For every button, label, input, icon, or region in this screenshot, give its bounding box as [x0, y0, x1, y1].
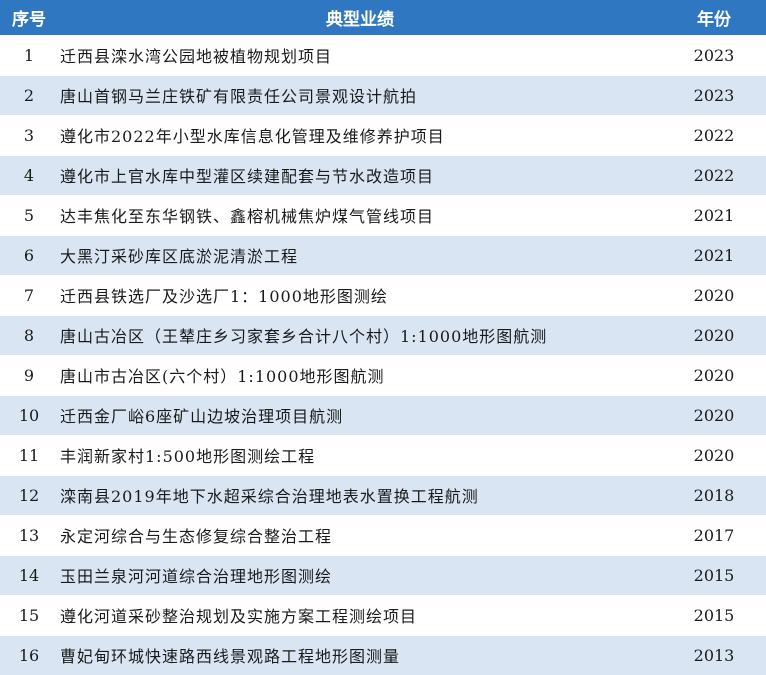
- row-project-name: 滦南县2019年地下水超采综合治理地表水置换工程航测: [60, 487, 479, 506]
- table-row: 1 迁西县滦水湾公园地被植物规划项目 2023: [0, 35, 766, 75]
- row-project-name: 唐山首钢马兰庄铁矿有限责任公司景观设计航拍: [60, 87, 418, 106]
- header-number: 序号: [12, 9, 46, 30]
- row-number: 8: [23, 325, 35, 345]
- row-number: 13: [18, 525, 40, 545]
- row-project-name: 迁西县铁选厂及沙选厂1：1000地形图测绘: [60, 287, 388, 306]
- row-project-name: 玉田兰泉河河道综合治理地形图测绘: [60, 567, 333, 586]
- header-project: 典型业绩: [326, 9, 394, 30]
- row-project-name: 迁西县滦水湾公园地被植物规划项目: [60, 47, 333, 66]
- row-year: 2015: [693, 565, 735, 585]
- row-year: 2022: [693, 125, 735, 145]
- table-row: 2 唐山首钢马兰庄铁矿有限责任公司景观设计航拍 2023: [0, 75, 766, 115]
- row-year: 2021: [693, 205, 735, 225]
- row-number: 15: [18, 605, 40, 625]
- row-project-name: 遵化市2022年小型水库信息化管理及维修养护项目: [60, 127, 445, 146]
- row-number: 4: [23, 165, 35, 185]
- table-row: 10 迁西金厂峪6座矿山边坡治理项目航测 2020: [0, 395, 766, 435]
- row-year: 2020: [693, 365, 735, 385]
- row-number: 9: [23, 365, 35, 385]
- row-year: 2023: [693, 45, 735, 65]
- table-row: 3 遵化市2022年小型水库信息化管理及维修养护项目 2022: [0, 115, 766, 155]
- row-project-name: 迁西金厂峪6座矿山边坡治理项目航测: [60, 407, 344, 426]
- row-year: 2020: [693, 325, 735, 345]
- table-row: 5 达丰焦化至东华钢铁、鑫榕机械焦炉煤气管线项目 2021: [0, 195, 766, 235]
- row-number: 11: [18, 445, 40, 465]
- row-project-name: 遵化河道采砂整治规划及实施方案工程测绘项目: [60, 607, 418, 626]
- row-number: 1: [23, 45, 35, 65]
- row-number: 5: [23, 205, 35, 225]
- row-year: 2021: [693, 245, 735, 265]
- row-project-name: 唐山古冶区（王辇庄乡习家套乡合计八个村）1:1000地形图航测: [60, 327, 548, 346]
- table-row: 13 永定河综合与生态修复综合整治工程 2017: [0, 515, 766, 555]
- row-number: 2: [23, 85, 35, 105]
- row-project-name: 唐山市古冶区(六个村）1:1000地形图航测: [60, 367, 385, 386]
- row-number: 6: [23, 245, 35, 265]
- row-number: 14: [18, 565, 40, 585]
- row-year: 2020: [693, 405, 735, 425]
- table-row: 7 迁西县铁选厂及沙选厂1：1000地形图测绘 2020: [0, 275, 766, 315]
- row-number: 7: [23, 285, 35, 305]
- table-body: 1 迁西县滦水湾公园地被植物规划项目 2023 2 唐山首钢马兰庄铁矿有限责任公司景观设…: [0, 35, 766, 675]
- table-row: 14 玉田兰泉河河道综合治理地形图测绘 2015: [0, 555, 766, 595]
- row-number: 16: [18, 645, 40, 665]
- row-year: 2013: [693, 645, 735, 665]
- row-number: 3: [23, 125, 35, 145]
- row-year: 2023: [693, 85, 735, 105]
- row-number: 12: [18, 485, 40, 505]
- row-project-name: 永定河综合与生态修复综合整治工程: [60, 527, 333, 546]
- row-year: 2015: [693, 605, 735, 625]
- table-row: 15 遵化河道采砂整治规划及实施方案工程测绘项目 2015: [0, 595, 766, 635]
- table-row: 4 遵化市上官水库中型灌区续建配套与节水改造项目 2022: [0, 155, 766, 195]
- row-year: 2022: [693, 165, 735, 185]
- row-project-name: 曹妃甸环城快速路西线景观路工程地形图测量: [60, 647, 401, 667]
- table-row: 12 滦南县2019年地下水超采综合治理地表水置换工程航测 2018: [0, 475, 766, 515]
- row-project-name: 达丰焦化至东华钢铁、鑫榕机械焦炉煤气管线项目: [60, 207, 435, 226]
- row-number: 10: [18, 405, 40, 425]
- table-row: 16 曹妃甸环城快速路西线景观路工程地形图测量 2013: [0, 635, 766, 675]
- table-row: 11 丰润新家村1:500地形图测绘工程 2020: [0, 435, 766, 475]
- table-header: 序号 典型业绩 年份: [0, 0, 766, 35]
- row-project-name: 遵化市上官水库中型灌区续建配套与节水改造项目: [60, 167, 435, 186]
- row-year: 2020: [693, 445, 735, 465]
- table-row: 6 大黑汀采砂库区底淤泥清淤工程 2021: [0, 235, 766, 275]
- row-year: 2018: [693, 485, 735, 505]
- row-year: 2017: [693, 525, 735, 545]
- header-year: 年份: [697, 9, 731, 30]
- table-row: 8 唐山古冶区（王辇庄乡习家套乡合计八个村）1:1000地形图航测 2020: [0, 315, 766, 355]
- row-project-name: 大黑汀采砂库区底淤泥清淤工程: [60, 247, 299, 266]
- header-row: 序号 典型业绩 年份: [0, 0, 766, 35]
- table-row: 9 唐山市古冶区(六个村）1:1000地形图航测 2020: [0, 355, 766, 395]
- performance-table: 序号 典型业绩 年份 1 迁西县滦水湾公园地被植物规划项目 2023 2 唐山首钢马兰庄…: [0, 0, 766, 675]
- row-year: 2020: [693, 285, 735, 305]
- row-project-name: 丰润新家村1:500地形图测绘工程: [60, 447, 316, 466]
